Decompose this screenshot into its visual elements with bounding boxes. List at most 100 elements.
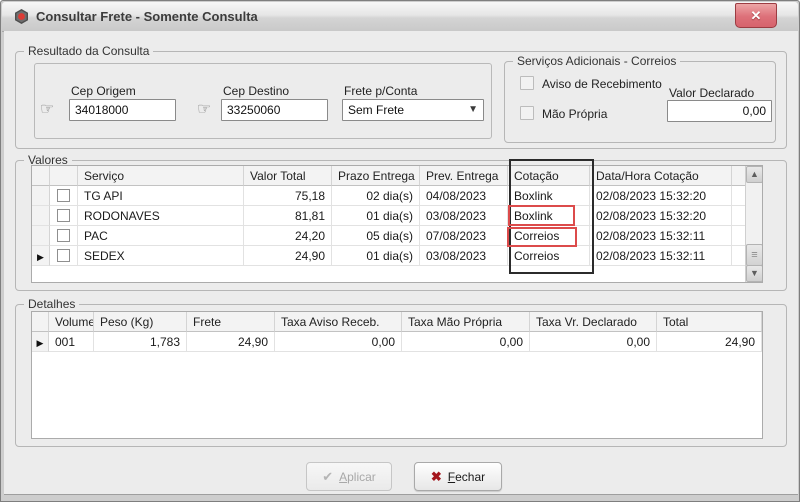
check-icon: ✔ (322, 469, 333, 484)
header-indicator (32, 312, 49, 332)
header-checkbox (50, 166, 78, 186)
cell-prev: 03/08/2023 (420, 206, 508, 226)
row-checkbox-cell (50, 226, 78, 246)
header-data-hora[interactable]: Data/Hora Cotação (590, 166, 732, 186)
cell-data-hora: 02/08/2023 15:32:20 (590, 206, 732, 226)
cell-cotacao: Boxlink (508, 186, 590, 206)
cep-origem-input[interactable] (69, 99, 176, 121)
cep-destino-lookup-icon[interactable]: ☞ (197, 102, 211, 118)
aviso-recebimento-label: Aviso de Recebimento (542, 77, 662, 91)
cell-taxa-vr: 0,00 (530, 332, 657, 352)
cell-servico: PAC (78, 226, 244, 246)
titlebar[interactable]: Consultar Frete - Somente Consulta (2, 2, 798, 32)
cell-prazo: 01 dia(s) (332, 206, 420, 226)
fechar-accel: F (448, 470, 455, 484)
table-row-detalhe-001[interactable]: ▶ 001 1,783 24,90 0,00 0,00 0,00 24,90 (32, 332, 762, 352)
frete-conta-select[interactable]: Sem Frete ▼ (342, 99, 484, 121)
cell-total: 24,90 (657, 332, 762, 352)
cell-prazo: 01 dia(s) (332, 246, 420, 266)
row-indicator (32, 206, 50, 226)
valores-header-row: Serviço Valor Total Prazo Entrega Prev. … (32, 166, 762, 186)
detalhes-header-row: Volume Peso (Kg) Frete Taxa Aviso Receb.… (32, 312, 762, 332)
app-icon (13, 8, 30, 25)
scroll-down-icon[interactable]: ▼ (746, 265, 763, 282)
dialog-client-area: Resultado da Consulta ☞ Cep Origem ☞ Cep… (4, 31, 798, 495)
row-indicator (32, 226, 50, 246)
cell-peso: 1,783 (94, 332, 187, 352)
aviso-recebimento-checkbox[interactable] (520, 76, 534, 90)
cell-prazo: 05 dia(s) (332, 226, 420, 246)
cep-origem-label: Cep Origem (71, 84, 136, 98)
header-prev-entrega[interactable]: Prev. Entrega (420, 166, 508, 186)
row-checkbox[interactable] (57, 229, 70, 242)
row-checkbox[interactable] (57, 189, 70, 202)
scroll-thumb[interactable]: ≡ (746, 244, 763, 266)
cell-valor-total: 24,20 (244, 226, 332, 246)
header-taxa-aviso[interactable]: Taxa Aviso Receb. (275, 312, 402, 332)
aplicar-label: plicar (347, 470, 376, 484)
cep-destino-input[interactable] (221, 99, 328, 121)
header-indicator (32, 166, 50, 186)
cell-valor-total: 81,81 (244, 206, 332, 226)
header-taxa-mao[interactable]: Taxa Mão Própria (402, 312, 530, 332)
cell-taxa-mao: 0,00 (402, 332, 530, 352)
detalhes-grid: Volume Peso (Kg) Frete Taxa Aviso Receb.… (31, 311, 763, 439)
table-row-sedex-current[interactable]: ▶ SEDEX 24,90 01 dia(s) 03/08/2023 Corre… (32, 246, 762, 266)
valor-declarado-input[interactable] (667, 100, 772, 122)
fechar-button[interactable]: ✖Fechar (414, 462, 502, 491)
header-taxa-vr[interactable]: Taxa Vr. Declarado (530, 312, 657, 332)
row-marker-icon: ▶ (37, 338, 44, 348)
cell-data-hora: 02/08/2023 15:32:20 (590, 186, 732, 206)
fechar-label: echar (455, 470, 485, 484)
row-marker-icon: ▶ (37, 252, 44, 262)
cell-servico: TG API (78, 186, 244, 206)
cell-valor-total: 75,18 (244, 186, 332, 206)
header-frete[interactable]: Frete (187, 312, 275, 332)
frete-conta-value: Sem Frete (348, 103, 404, 117)
cell-servico: RODONAVES (78, 206, 244, 226)
valores-grid: Serviço Valor Total Prazo Entrega Prev. … (31, 165, 763, 283)
table-row-rodonaves[interactable]: RODONAVES 81,81 01 dia(s) 03/08/2023 Box… (32, 206, 762, 226)
row-checkbox[interactable] (57, 249, 70, 262)
cell-data-hora: 02/08/2023 15:32:11 (590, 246, 732, 266)
aplicar-accel: A (339, 470, 347, 484)
groupbox-detalhes-title: Detalhes (24, 297, 79, 312)
row-checkbox-cell (50, 206, 78, 226)
cell-cotacao: Boxlink (508, 206, 590, 226)
header-prazo-entrega[interactable]: Prazo Entrega (332, 166, 420, 186)
mao-propria-checkbox[interactable] (520, 106, 534, 120)
header-peso[interactable]: Peso (Kg) (94, 312, 187, 332)
cell-valor-total: 24,90 (244, 246, 332, 266)
header-volume[interactable]: Volume (49, 312, 94, 332)
header-total[interactable]: Total (657, 312, 762, 332)
scroll-up-icon[interactable]: ▲ (746, 166, 763, 183)
groupbox-resultado-title: Resultado da Consulta (24, 44, 153, 59)
cell-prazo: 02 dia(s) (332, 186, 420, 206)
cell-prev: 07/08/2023 (420, 226, 508, 246)
cell-cotacao: Correios (508, 226, 590, 246)
row-checkbox-cell (50, 246, 78, 266)
header-cotacao[interactable]: Cotação (508, 166, 590, 186)
current-row-indicator: ▶ (32, 332, 49, 352)
close-button[interactable]: ✕ (735, 3, 777, 28)
cell-prev: 03/08/2023 (420, 246, 508, 266)
table-row-tgapi[interactable]: TG API 75,18 02 dia(s) 04/08/2023 Boxlin… (32, 186, 762, 206)
cep-origem-lookup-icon[interactable]: ☞ (40, 102, 54, 118)
chevron-down-icon: ▼ (468, 104, 478, 115)
frete-conta-label: Frete p/Conta (344, 84, 417, 98)
dialog-window: Consultar Frete - Somente Consulta ✕ Res… (0, 0, 800, 502)
cell-frete: 24,90 (187, 332, 275, 352)
header-valor-total[interactable]: Valor Total (244, 166, 332, 186)
header-servico[interactable]: Serviço (78, 166, 244, 186)
row-indicator (32, 186, 50, 206)
valor-declarado-label: Valor Declarado (669, 86, 754, 100)
table-row-pac[interactable]: PAC 24,20 05 dia(s) 07/08/2023 Correios … (32, 226, 762, 246)
valores-scrollbar[interactable]: ▲ ≡ ▼ (745, 166, 762, 282)
current-row-indicator: ▶ (32, 246, 50, 266)
row-checkbox[interactable] (57, 209, 70, 222)
groupbox-servicos-title: Serviços Adicionais - Correios (513, 54, 680, 69)
aplicar-button[interactable]: ✔ Aplicar (306, 462, 392, 491)
cell-volume: 001 (49, 332, 94, 352)
row-checkbox-cell (50, 186, 78, 206)
close-icon: ✕ (751, 8, 762, 23)
